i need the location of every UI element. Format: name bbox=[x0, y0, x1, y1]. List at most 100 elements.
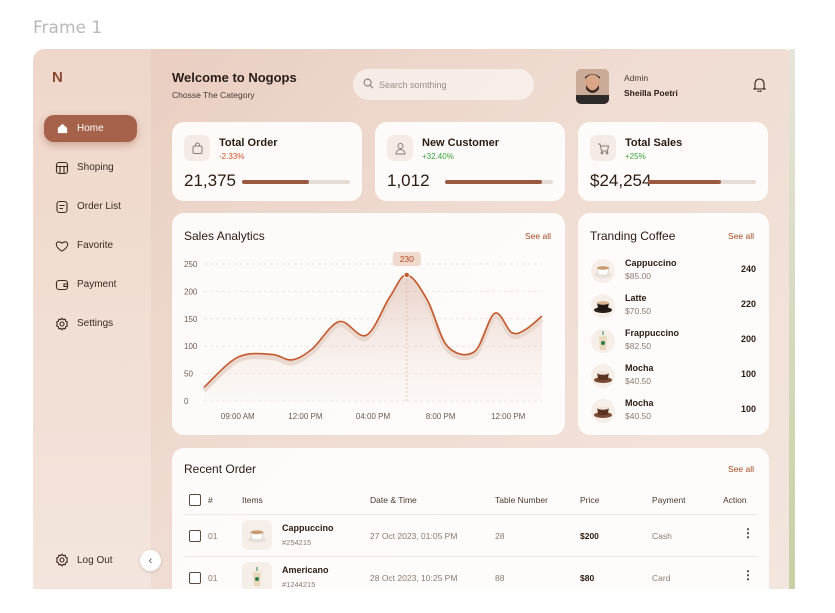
orders-see-all-link[interactable]: See all bbox=[728, 464, 754, 474]
stat-value: $24,254 bbox=[590, 171, 652, 190]
user-role: Admin bbox=[624, 73, 649, 83]
stat-change: +25% bbox=[625, 152, 646, 161]
list-item[interactable]: Mocha $40.50 100 bbox=[591, 396, 756, 426]
sidebar-item-label: Payment bbox=[77, 279, 117, 290]
x-tick-label: 8:00 PM bbox=[426, 412, 456, 421]
y-tick-label: 200 bbox=[184, 287, 198, 296]
order-date: 28 Oct 2023, 10:25 PM bbox=[370, 573, 458, 583]
coffee-count: 240 bbox=[740, 264, 756, 274]
table-divider bbox=[184, 514, 757, 515]
column-header-items: Items bbox=[242, 495, 263, 505]
sidebar-item-settings[interactable]: Settings bbox=[44, 310, 137, 337]
logout-button[interactable]: Log Out bbox=[55, 553, 113, 567]
coffee-name: Mocha bbox=[625, 398, 654, 408]
dashboard-app: N Home Shoping Order List Favorite Payme… bbox=[33, 49, 795, 589]
wallet-icon bbox=[55, 278, 69, 292]
stat-progress-bar bbox=[648, 180, 756, 184]
sidebar-item-label: Order List bbox=[77, 201, 121, 212]
column-header-payment: Payment bbox=[652, 495, 686, 505]
trending-see-all-link[interactable]: See all bbox=[728, 231, 754, 241]
y-tick-label: 150 bbox=[184, 315, 198, 324]
coffee-price: $40.50 bbox=[625, 411, 651, 421]
sidebar-item-favorite[interactable]: Favorite bbox=[44, 232, 137, 259]
sidebar-item-label: Shoping bbox=[77, 162, 114, 173]
order-item-code: #1244215 bbox=[282, 580, 316, 589]
y-tick-label: 250 bbox=[184, 260, 198, 269]
stat-change: -2.33% bbox=[219, 152, 245, 161]
stat-progress-bar bbox=[242, 180, 350, 184]
list-item[interactable]: Latte $70.50 220 bbox=[591, 291, 756, 321]
frappuccino-cup-icon bbox=[591, 329, 615, 353]
list-item[interactable]: Mocha $40.50 100 bbox=[591, 361, 756, 391]
order-item-name: Americano bbox=[282, 565, 329, 575]
coffee-count: 200 bbox=[740, 334, 756, 344]
x-tick-label: 04:00 PM bbox=[356, 412, 391, 421]
stat-progress-fill bbox=[242, 180, 309, 184]
americano-cup-icon bbox=[242, 562, 272, 589]
sidebar-item-label: Home bbox=[77, 123, 104, 134]
stat-title: Total Sales bbox=[625, 137, 683, 149]
stat-progress-fill bbox=[445, 180, 543, 184]
stat-card-total-order: Total Order -2.33% 21,375 bbox=[172, 122, 362, 201]
y-tick-label: 0 bbox=[184, 397, 189, 406]
list-item[interactable]: Frappuccino $82.50 200 bbox=[591, 326, 756, 356]
recent-order-card: Recent Order See all # Items Date & Time… bbox=[172, 448, 769, 589]
window-edge bbox=[789, 49, 795, 589]
order-date: 27 Oct 2023, 01:05 PM bbox=[370, 531, 458, 541]
user-icon bbox=[387, 135, 413, 161]
peak-value-label: 230 bbox=[400, 254, 414, 264]
list-item[interactable]: Cappuccino $85.00 240 bbox=[591, 256, 756, 286]
column-header-table: Table Number bbox=[495, 495, 548, 505]
sales-area-fill bbox=[204, 274, 542, 401]
order-table-number: 28 bbox=[495, 531, 505, 541]
stat-title: New Customer bbox=[422, 137, 500, 149]
order-payment: Cash bbox=[652, 531, 672, 541]
search-bar[interactable] bbox=[353, 69, 534, 100]
coffee-price: $40.50 bbox=[625, 376, 651, 386]
sidebar-item-order-list[interactable]: Order List bbox=[44, 193, 137, 220]
collapse-sidebar-button[interactable]: ‹ bbox=[140, 550, 161, 571]
avatar[interactable] bbox=[576, 69, 609, 104]
sales-chart: 250 200 150 100 50 0 09:00 AM 12:00 PM 04:00 PM 8… bbox=[184, 251, 544, 421]
stat-progress-fill bbox=[648, 180, 722, 184]
page-title: Welcome to Nogops bbox=[172, 70, 297, 85]
row-number: 01 bbox=[208, 573, 218, 583]
row-action-menu-icon[interactable]: ⋮ bbox=[742, 527, 754, 539]
y-tick-label: 50 bbox=[184, 370, 193, 379]
sidebar-item-shoping[interactable]: Shoping bbox=[44, 154, 137, 181]
sidebar-item-payment[interactable]: Payment bbox=[44, 271, 137, 298]
trending-coffee-title: Tranding Coffee bbox=[590, 229, 676, 243]
stat-card-new-customer: New Customer +32.40% 1,012 bbox=[375, 122, 565, 201]
column-header-number: # bbox=[208, 495, 213, 505]
stat-value: 1,012 bbox=[387, 171, 430, 190]
search-input[interactable] bbox=[379, 79, 519, 90]
bell-icon[interactable] bbox=[752, 77, 767, 97]
gear-icon bbox=[55, 553, 69, 567]
mocha-cup-icon bbox=[591, 364, 615, 388]
order-price: $80 bbox=[580, 573, 595, 583]
sidebar-item-home[interactable]: Home bbox=[44, 115, 137, 142]
coffee-count: 220 bbox=[740, 299, 756, 309]
sidebar: N Home Shoping Order List Favorite Payme… bbox=[33, 49, 151, 589]
select-all-checkbox[interactable] bbox=[189, 494, 201, 506]
home-icon bbox=[55, 122, 69, 136]
coffee-count: 100 bbox=[740, 404, 756, 414]
row-checkbox[interactable] bbox=[189, 530, 201, 542]
row-action-menu-icon[interactable]: ⋮ bbox=[742, 569, 754, 581]
stat-card-total-sales: Total Sales +25% $24,254 bbox=[578, 122, 768, 201]
trending-coffee-card: Tranding Coffee See all Cappuccino $85.0… bbox=[578, 213, 769, 435]
x-tick-label: 12:00 PM bbox=[491, 412, 526, 421]
coffee-name: Mocha bbox=[625, 363, 654, 373]
mocha-cup-icon bbox=[591, 399, 615, 423]
user-name: Sheilla Poetri bbox=[624, 88, 678, 98]
row-checkbox[interactable] bbox=[189, 572, 201, 584]
stat-progress-bar bbox=[445, 180, 553, 184]
coffee-count: 100 bbox=[740, 369, 756, 379]
stat-title: Total Order bbox=[219, 137, 278, 149]
latte-cup-icon bbox=[591, 294, 615, 318]
order-price: $200 bbox=[580, 531, 599, 541]
stat-value: 21,375 bbox=[184, 171, 236, 190]
order-list-icon bbox=[55, 200, 69, 214]
row-number: 01 bbox=[208, 531, 218, 541]
order-item-code: #254215 bbox=[282, 538, 312, 547]
